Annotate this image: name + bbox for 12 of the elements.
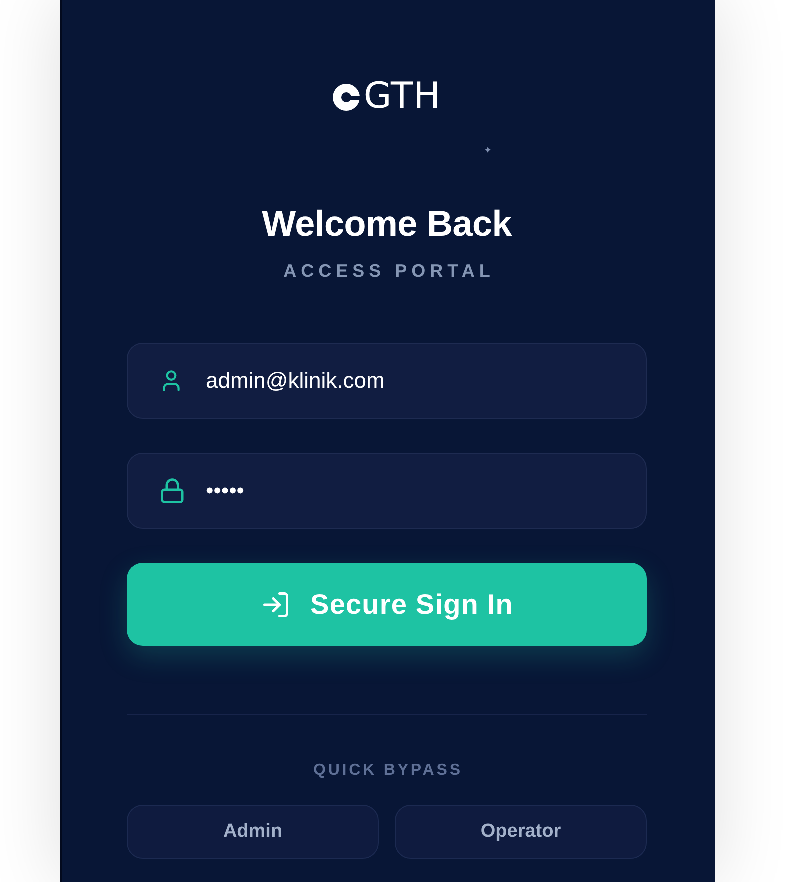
portal-subtitle: ACCESS PORTAL	[282, 260, 495, 282]
role-button[interactable]: Operator	[395, 805, 647, 859]
sparkle-icon	[485, 147, 491, 153]
logo-icon	[332, 84, 360, 110]
log-in-icon	[260, 590, 291, 620]
welcome-title: Welcome Back	[262, 202, 512, 245]
logo-text: GTH	[364, 77, 442, 117]
role-button[interactable]: Admin	[127, 805, 379, 859]
email-field[interactable]: admin@klinik.com	[127, 343, 647, 419]
password-field[interactable]: •••••	[127, 453, 647, 529]
lock-icon	[159, 478, 186, 504]
quick-bypass-label: QUICK BYPASS	[312, 761, 463, 781]
